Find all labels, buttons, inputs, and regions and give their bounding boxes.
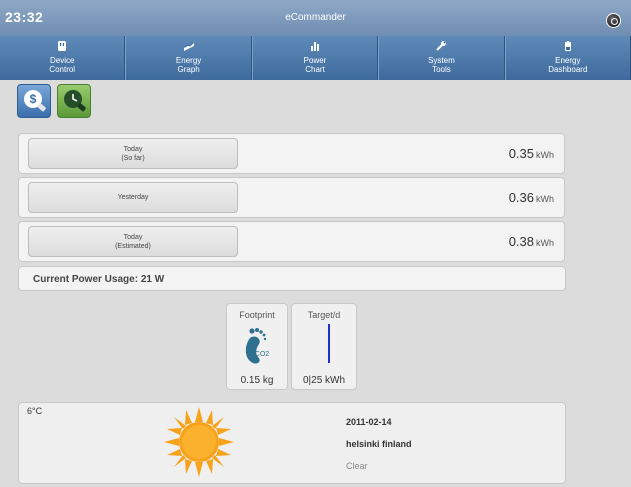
target-progress-bar <box>328 324 330 363</box>
target-card[interactable]: Target/d 0|25 kWh <box>291 303 357 390</box>
nav-device-control-line2: Control <box>49 65 76 74</box>
target-title: Target/d <box>307 310 341 320</box>
battery-icon <box>564 41 571 51</box>
weather-date: 2011-02-14 <box>346 417 392 427</box>
energy-row-label-button[interactable]: Today (So far) <box>28 138 238 169</box>
mode-toggle-group: $ <box>17 84 91 118</box>
energy-row-value: 0.36 kWh <box>509 190 554 205</box>
energy-row-label-line2: (So far) <box>121 154 145 162</box>
nav-device-control-line1: Device <box>49 56 75 65</box>
nav-energy-graph-line2: Graph <box>177 65 200 74</box>
temperature: 6°C <box>27 406 43 416</box>
footprint-title: Footprint <box>239 310 275 320</box>
nav-system-tools-line2: Tools <box>432 65 451 74</box>
sun-icon <box>164 407 234 477</box>
main-nav: Device Control Energy Graph Power Chart … <box>0 36 631 80</box>
wrench-icon <box>436 41 447 51</box>
svg-text:$: $ <box>30 92 37 106</box>
co2-text: CO2 <box>255 351 270 358</box>
energy-row-label-line1: Today <box>123 145 143 153</box>
cost-mode-button[interactable]: $ <box>17 84 51 118</box>
nav-system-tools[interactable]: System Tools <box>378 36 505 80</box>
energy-row-label-line2: (Estimated) <box>115 242 151 250</box>
footprint-value: 0.15 kg <box>240 375 274 386</box>
weather-location: helsinki finland <box>346 439 412 449</box>
home-icon[interactable] <box>606 13 621 28</box>
energy-value: 0.38 <box>508 234 534 249</box>
nav-energy-graph-line1: Energy <box>175 56 202 65</box>
energy-row-value: 0.35 kWh <box>509 146 554 161</box>
energy-row-label-line1: Today <box>123 233 143 241</box>
nav-power-chart[interactable]: Power Chart <box>251 36 379 80</box>
nav-energy-dashboard-line2: Dashboard <box>548 65 588 74</box>
target-value: 0|25 kWh <box>302 375 346 386</box>
energy-unit: kWh <box>536 150 554 160</box>
top-bar: 23:32 eCommander <box>0 0 631 37</box>
graph-icon <box>183 42 194 51</box>
energy-row-yesterday: Yesterday 0.36 kWh <box>18 177 565 218</box>
footprint-card[interactable]: Footprint CO2 0.15 kg <box>226 303 288 390</box>
dollar-bulb-icon: $ <box>24 90 46 112</box>
energy-unit: kWh <box>536 238 554 248</box>
energy-row-label-button[interactable]: Today (Estimated) <box>28 226 238 257</box>
energy-row-estimated: Today (Estimated) 0.38 kWh <box>18 221 565 262</box>
nav-device-control[interactable]: Device Control <box>0 36 126 80</box>
clock-bulb-icon <box>64 90 86 112</box>
energy-value: 0.36 <box>508 190 534 205</box>
time-mode-button[interactable] <box>57 84 91 118</box>
power-usage-label: Current Power Usage: <box>33 274 139 285</box>
current-power-usage: Current Power Usage: 21 W <box>18 266 566 291</box>
energy-row-label-button[interactable]: Yesterday <box>28 182 238 213</box>
weather-condition: Clear <box>346 461 368 471</box>
bar-chart-icon <box>311 42 320 51</box>
nav-energy-graph[interactable]: Energy Graph <box>125 36 252 80</box>
energy-value: 0.35 <box>508 146 534 161</box>
nav-energy-dashboard-line1: Energy <box>555 56 581 65</box>
nav-system-tools-line1: System <box>428 56 455 65</box>
footprint-icon: CO2 <box>245 328 270 364</box>
plug-icon <box>58 41 67 51</box>
energy-row-today: Today (So far) 0.35 kWh <box>18 133 565 174</box>
energy-row-label-line1: Yesterday <box>117 194 149 201</box>
nav-power-chart-line1: Power <box>303 56 327 65</box>
nav-energy-dashboard[interactable]: Energy Dashboard <box>504 36 631 80</box>
app-title: eCommander <box>285 12 346 23</box>
nav-power-chart-line2: Chart <box>305 65 325 74</box>
power-usage-value: 21 W <box>140 274 165 285</box>
weather-panel: 6°C 2011-02-14 helsinki finland Clear <box>18 402 566 484</box>
energy-unit: kWh <box>536 194 554 204</box>
energy-row-value: 0.38 kWh <box>509 234 554 249</box>
